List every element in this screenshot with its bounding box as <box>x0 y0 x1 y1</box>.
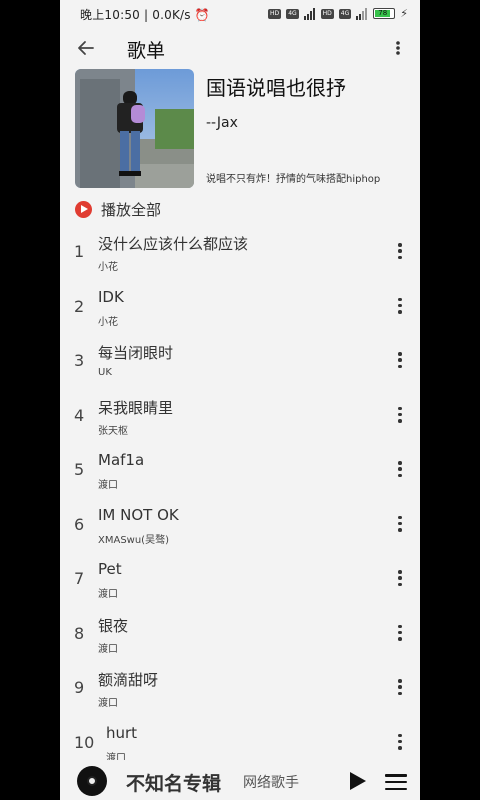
more-vertical-icon <box>398 352 402 356</box>
song-more-button[interactable] <box>394 241 406 261</box>
song-artist: 渡口 <box>98 589 118 600</box>
signal-icon-2 <box>356 7 368 20</box>
signal-icon <box>303 7 315 20</box>
song-index: 2 <box>74 296 85 316</box>
song-artist: UK <box>98 367 112 378</box>
alarm-icon: ⏰ <box>194 8 210 22</box>
more-vertical-icon <box>398 297 402 301</box>
hd-badge: HD <box>268 8 282 19</box>
playlist-author[interactable]: --Jax <box>206 115 238 131</box>
song-name: IM NOT OK <box>98 505 179 524</box>
4g-badge-2: 4G <box>338 8 352 19</box>
cover-image <box>75 69 194 188</box>
song-name: Pet <box>98 560 122 578</box>
song-more-button[interactable] <box>394 677 406 697</box>
more-options-button[interactable] <box>390 36 406 60</box>
battery-icon: 78 <box>373 8 396 19</box>
more-vertical-icon <box>398 461 402 465</box>
song-row[interactable]: 9 额滴甜呀 渡口 <box>60 661 420 716</box>
song-more-button[interactable] <box>394 732 406 752</box>
song-index: 4 <box>74 405 85 425</box>
song-artist: 小花 <box>98 262 118 273</box>
song-list: 1 没什么应该什么都应该 小花 2 IDK 小花 3 每当闭眼时 UK 4 呆我… <box>60 225 420 770</box>
play-all-label: 播放全部 <box>101 200 162 219</box>
mini-player-artist: 网络歌手 <box>243 775 299 791</box>
more-vertical-icon <box>398 679 402 683</box>
song-index: 1 <box>74 242 85 261</box>
more-vertical-icon <box>398 624 402 628</box>
back-button[interactable] <box>74 36 98 60</box>
song-row[interactable]: 2 IDK 小花 <box>60 280 420 335</box>
more-vertical-icon <box>396 41 400 55</box>
song-index: 6 <box>74 514 85 534</box>
song-name: 每当闭眼时 <box>98 344 174 362</box>
song-name: 呆我眼睛里 <box>98 398 174 417</box>
song-more-button[interactable] <box>394 514 406 534</box>
play-all-button[interactable]: 播放全部 <box>75 198 161 220</box>
song-name: hurt <box>106 723 138 742</box>
more-vertical-icon <box>398 243 402 247</box>
status-left: 晚上10:50 | 0.0K/s ⏰ <box>80 8 210 22</box>
song-row[interactable]: 1 没什么应该什么都应该 小花 <box>60 225 420 280</box>
song-name: 没什么应该什么都应该 <box>98 235 249 253</box>
song-row[interactable]: 8 银夜 渡口 <box>60 607 420 662</box>
playlist-queue-icon[interactable] <box>385 774 407 790</box>
song-more-button[interactable] <box>394 405 406 425</box>
song-row[interactable]: 7 Pet 渡口 <box>60 552 420 607</box>
battery-level: 78 <box>375 10 391 17</box>
song-artist: 渡口 <box>98 643 118 655</box>
song-artist: XMASwu(吴骜) <box>98 534 169 546</box>
song-artist: 小花 <box>98 316 118 328</box>
song-name: 额滴甜呀 <box>98 671 159 689</box>
song-artist: 张天枢 <box>98 425 128 437</box>
song-name: 银夜 <box>98 616 129 635</box>
song-name: IDK <box>98 287 124 306</box>
song-row[interactable]: 6 IM NOT OK XMASwu(吴骜) <box>60 498 420 553</box>
song-index: 7 <box>74 569 85 588</box>
back-arrow-icon <box>78 41 94 55</box>
song-more-button[interactable] <box>394 623 406 643</box>
play-circle-icon <box>75 200 92 218</box>
song-more-button[interactable] <box>394 296 406 316</box>
song-index: 3 <box>74 351 85 370</box>
app-screen: 晚上10:50 | 0.0K/s ⏰ HD 4G HD 4G 78 ⚡ 歌单 国… <box>60 0 420 800</box>
song-index: 8 <box>74 623 85 643</box>
more-vertical-icon <box>398 515 402 519</box>
playlist-title: 国语说唱也很抒 <box>206 76 346 100</box>
song-row[interactable]: 3 每当闭眼时 UK <box>60 334 420 389</box>
mini-player-title: 不知名专辑 <box>126 773 222 795</box>
playlist-cover[interactable] <box>75 69 194 188</box>
4g-badge: 4G <box>286 8 299 19</box>
more-vertical-icon <box>398 733 402 737</box>
more-vertical-icon <box>398 570 402 574</box>
playlist-description[interactable]: 说唱不只有炸！抒情的气味搭配hiphop <box>206 170 380 185</box>
song-index: 9 <box>74 678 85 697</box>
song-artist: 渡口 <box>98 480 118 491</box>
status-bar: 晚上10:50 | 0.0K/s ⏰ HD 4G HD 4G 78 ⚡ <box>60 0 420 28</box>
page-title: 歌单 <box>127 40 166 62</box>
status-time: 晚上10:50 <box>80 8 140 22</box>
song-name: Maf1a <box>98 451 145 469</box>
play-button[interactable] <box>348 770 368 792</box>
song-index: 10 <box>74 732 95 752</box>
song-more-button[interactable] <box>394 350 406 370</box>
charging-icon: ⚡ <box>400 7 408 20</box>
song-more-button[interactable] <box>394 568 406 588</box>
status-speed: 0.0K/s <box>152 8 191 22</box>
song-row[interactable]: 5 Maf1a 渡口 <box>60 443 420 498</box>
song-index: 5 <box>74 460 85 479</box>
status-right: HD 4G HD 4G 78 ⚡ <box>268 7 408 20</box>
hd-badge-2: HD <box>320 8 334 19</box>
song-artist: 渡口 <box>98 698 118 709</box>
more-vertical-icon <box>398 406 402 410</box>
vinyl-disc-icon[interactable] <box>77 766 107 796</box>
song-more-button[interactable] <box>394 459 406 479</box>
song-row[interactable]: 4 呆我眼睛里 张天枢 <box>60 389 420 444</box>
mini-player[interactable]: 不知名专辑 网络歌手 <box>60 760 420 800</box>
